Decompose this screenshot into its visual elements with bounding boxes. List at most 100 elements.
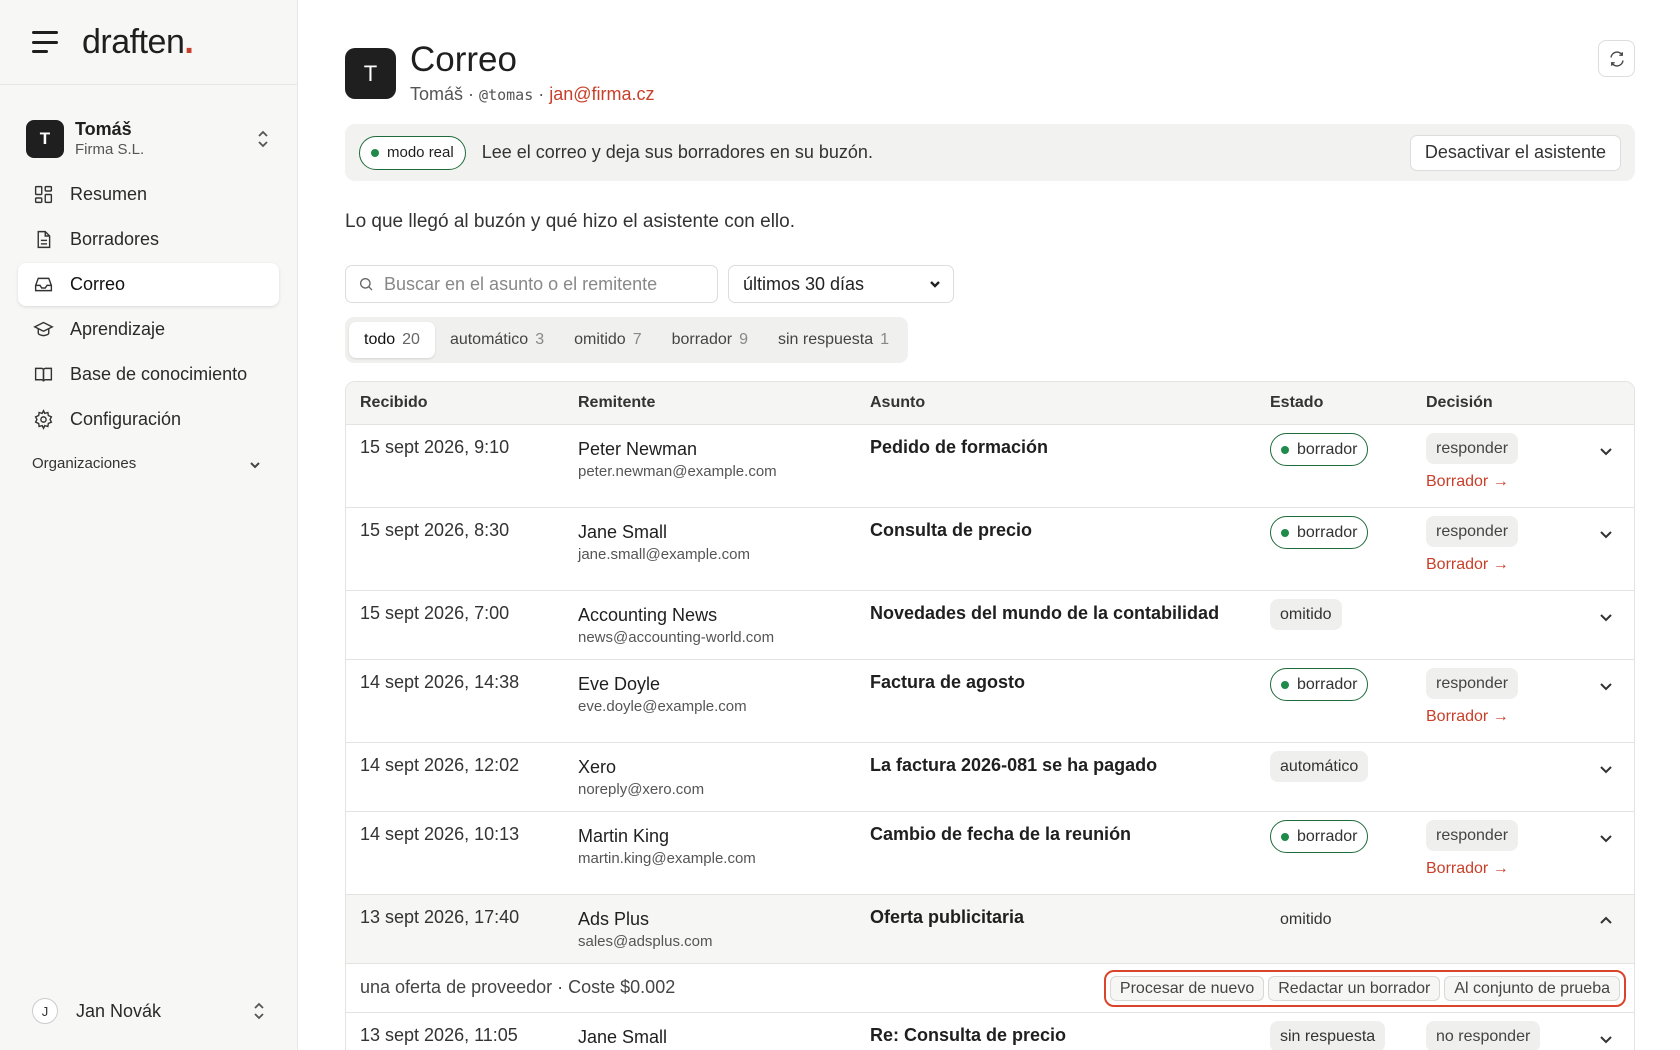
header-received[interactable]: Recibido [360,394,428,412]
filter-label: automático [449,331,529,348]
account-name: Tomáš [75,119,132,139]
status-label: borrador [1297,440,1358,458]
account-company: Firma S.L. [75,141,145,158]
cell-received: 13 sept 2026, 17:40 [360,907,520,927]
cell-subject: Pedido de formación [870,437,1049,457]
table-row[interactable]: 14 sept 2026, 14:38 Eve Doyle eve.doyle@e… [346,660,1634,743]
filter-tab-borrador[interactable]: borrador 9 [657,322,763,358]
header-decision[interactable]: Decisión [1426,394,1493,412]
menu-icon[interactable] [32,31,60,53]
table-row[interactable]: 15 sept 2026, 8:30 Jane Small jane.small@… [346,508,1634,591]
cell-sender-email: eve.doyle@example.com [578,698,747,715]
filter-tabs: todo 20 automático 3 omitido 7 borrador 9 si… [345,317,909,363]
sidebar-item-label: Correo [70,274,126,294]
status-badge: sin respuesta [1270,1021,1386,1050]
sidebar-item-borradores[interactable]: Borradores [18,218,279,261]
separator: · [468,84,475,104]
chevron-up-icon[interactable] [1598,913,1614,929]
cell-received: 13 sept 2026, 11:05 [360,1025,518,1045]
reprocess-button[interactable]: Procesar de nuevo [1109,976,1265,1001]
table-row[interactable]: 15 sept 2026, 9:10 Peter Newman peter.new… [346,425,1634,508]
filter-tab-automatico[interactable]: automático 3 [435,322,559,358]
deactivate-assistant-button[interactable]: Desactivar el asistente [1409,134,1621,171]
sidebar-item-aprendizaje[interactable]: Aprendizaje [18,308,279,351]
page-subtitle: Tomáš · @tomas · jan@firma.cz [410,84,655,105]
cell-sender-name: Jane Small [578,522,668,542]
status-dot-icon [1281,528,1289,537]
inbox-icon [32,274,54,296]
header-subject[interactable]: Asunto [870,394,925,412]
sidebar-item-configuracion[interactable]: Configuración [18,398,279,441]
table-header: Recibido Remitente Asunto Estado Decisió… [346,382,1634,425]
status-dot-icon [1281,832,1289,841]
table-row[interactable]: 15 sept 2026, 7:00 Accounting News news@a… [346,591,1634,660]
filter-tab-todo[interactable]: todo 20 [349,322,435,358]
cell-sender-email: sales@adsplus.com [578,933,713,950]
sidebar-item-label: Resumen [70,184,148,204]
chevron-down-icon[interactable] [1598,678,1614,694]
search-box[interactable] [345,265,718,303]
brand-bar: draften. [0,0,297,85]
status-label: borrador [1297,523,1358,541]
status-badge: borrador [1270,820,1369,853]
table-row[interactable]: 14 sept 2026, 10:13 Martin King martin.ki… [346,812,1634,895]
status-dot-icon [371,148,379,157]
mode-badge: modo real [359,135,466,170]
document-icon [32,229,54,251]
cell-received: 14 sept 2026, 12:02 [360,755,520,775]
search-input[interactable] [384,273,704,295]
page-sub-name: Tomáš [410,84,464,104]
header-sender[interactable]: Remitente [578,394,655,412]
filter-tab-omitido[interactable]: omitido 7 [559,322,656,358]
user-email-link[interactable]: jan@firma.cz [549,84,654,104]
sidebar-item-label: Configuración [70,409,182,429]
filter-count: 1 [880,331,890,348]
draft-link[interactable]: Borrador → [1426,860,1518,878]
filter-count: 20 [402,331,420,348]
header-state[interactable]: Estado [1270,394,1323,412]
chevron-down-icon[interactable] [1598,443,1614,459]
cell-sender-name: Ads Plus [578,909,650,929]
sidebar-item-resumen[interactable]: Resumen [18,173,279,216]
cell-sender-email: noreply@xero.com [578,781,705,798]
cell-subject: Cambio de fecha de la reunión [870,824,1132,844]
banner-text: Lee el correo y deja sus borradores en s… [481,142,873,162]
sidebar-item-base-conocimiento[interactable]: Base de conocimiento [18,353,279,396]
user-menu[interactable]: J Jan Novák [32,996,267,1026]
cell-subject: Novedades del mundo de la contabilidad [870,603,1220,623]
account-switcher[interactable]: T Tomáš Firma S.L. [0,117,297,161]
refresh-button[interactable] [1598,40,1635,77]
chevron-down-icon[interactable] [1598,609,1614,625]
sidebar-item-correo[interactable]: Correo [18,263,279,306]
cell-subject: Oferta publicitaria [870,907,1025,927]
status-badge: borrador [1270,516,1369,549]
chevron-down-icon[interactable] [1598,1031,1614,1047]
organizations-toggle[interactable]: Organizaciones [0,455,297,472]
chevron-down-icon[interactable] [1598,830,1614,846]
mail-table: Recibido Remitente Asunto Estado Decisió… [345,381,1635,1050]
chevron-down-icon[interactable] [1598,761,1614,777]
decision-pill: responder [1426,820,1519,851]
table-row[interactable]: 13 sept 2026, 11:05 Jane Small Re: Consu… [346,1013,1634,1050]
draft-link[interactable]: Borrador → [1426,473,1518,491]
filter-count: 3 [535,331,545,348]
user-avatar: J [32,998,58,1024]
table-row[interactable]: 14 sept 2026, 12:02 Xero noreply@xero.com… [346,743,1634,812]
refresh-icon [1609,50,1624,67]
period-select[interactable]: últimos 30 días [728,265,954,303]
book-icon [32,364,54,386]
cell-received: 15 sept 2026, 8:30 [360,520,510,540]
chevron-down-icon[interactable] [1598,526,1614,542]
draft-reply-button[interactable]: Redactar un borrador [1268,976,1441,1001]
filter-tab-sin-respuesta[interactable]: sin respuesta 1 [763,322,904,358]
decision-pill: responder [1426,433,1519,464]
sidebar-item-label: Base de conocimiento [70,364,248,384]
table-row-expanded[interactable]: 13 sept 2026, 17:40 Ads Plus sales@adsplu… [346,895,1634,964]
draft-link[interactable]: Borrador → [1426,708,1518,726]
brand-logo: draften. [82,22,194,61]
add-to-test-set-button[interactable]: Al conjunto de prueba [1444,976,1620,1001]
draft-link[interactable]: Borrador → [1426,556,1518,574]
status-label: borrador [1297,675,1358,693]
cell-sender-email: peter.newman@example.com [578,463,777,480]
row-detail: una oferta de proveedor · Coste $0.002 P… [346,964,1634,1013]
